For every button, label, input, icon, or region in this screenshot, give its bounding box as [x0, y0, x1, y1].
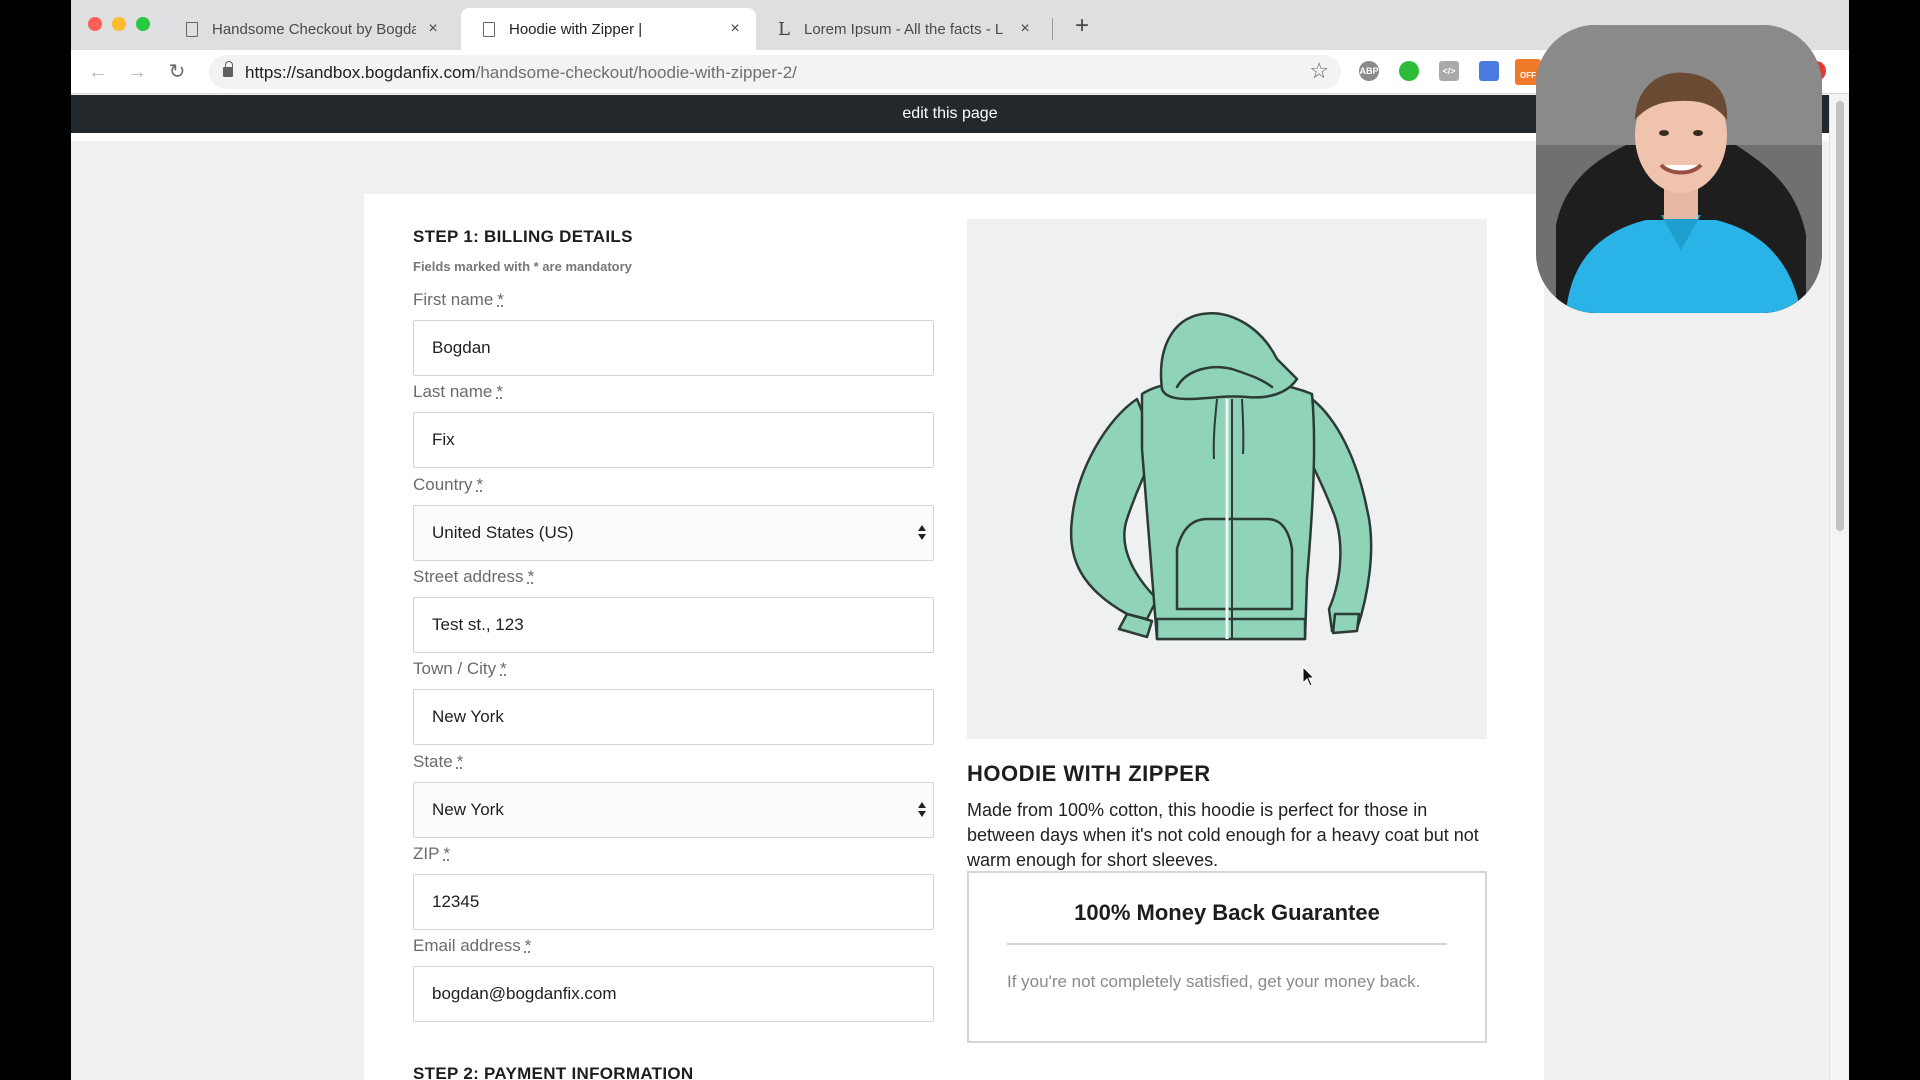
- url-text[interactable]: https://sandbox.bogdanfix.com/handsome-c…: [245, 63, 797, 83]
- document-icon: [483, 21, 495, 37]
- address-bar[interactable]: https://sandbox.bogdanfix.com/handsome-c…: [209, 55, 1341, 89]
- document-icon: [186, 21, 198, 37]
- back-arrow-icon[interactable]: ←: [84, 58, 112, 86]
- hoodie-illustration: [1069, 311, 1373, 641]
- street-address-input[interactable]: Test st., 123: [413, 597, 934, 653]
- maximize-window-button[interactable]: [136, 17, 150, 31]
- tab-lorem-ipsum[interactable]: L Lorem Ipsum - All the facts - L ×: [756, 8, 1046, 50]
- product-image: [967, 219, 1487, 739]
- scrollbar-thumb[interactable]: [1836, 101, 1844, 531]
- webcam-overlay: [1536, 25, 1822, 313]
- last-name-input[interactable]: Fix: [413, 412, 934, 468]
- payment-step-title: STEP 2: PAYMENT INFORMATION: [413, 1064, 694, 1080]
- checkout-card: STEP 1: BILLING DETAILS Fields marked wi…: [364, 194, 1544, 1080]
- product-description: Made from 100% cotton, this hoodie is pe…: [967, 800, 1479, 870]
- lorem-ipsum-favicon-icon: L: [778, 18, 790, 40]
- presenter-video: [1536, 25, 1822, 313]
- town-city-input[interactable]: New York: [413, 689, 934, 745]
- guarantee-text: If you're not completely satisfied, get …: [1007, 972, 1421, 991]
- reload-icon[interactable]: ↻: [163, 58, 191, 86]
- page-scrollbar[interactable]: [1829, 95, 1849, 1080]
- state-label: State *: [413, 752, 464, 771]
- tab-title: Hoodie with Zipper |: [509, 20, 643, 38]
- street-address-label: Street address *: [413, 567, 535, 586]
- product-title: HOODIE WITH ZIPPER: [967, 761, 1211, 786]
- forward-arrow-icon[interactable]: →: [123, 58, 151, 86]
- money-back-guarantee-box: 100% Money Back Guarantee If you're not …: [967, 871, 1487, 1043]
- country-label: Country *: [413, 475, 484, 494]
- country-value: United States (US): [432, 523, 574, 542]
- close-tab-icon[interactable]: ×: [1018, 20, 1032, 38]
- blue-extension-icon[interactable]: [1479, 61, 1499, 81]
- url-path: /handsome-checkout/hoodie-with-zipper-2/: [475, 63, 797, 82]
- green-extension-icon[interactable]: [1399, 61, 1419, 81]
- tab-hoodie-with-zipper[interactable]: Hoodie with Zipper | ×: [461, 8, 756, 50]
- tab-handsome-checkout[interactable]: Handsome Checkout by Bogda ×: [164, 8, 454, 50]
- select-arrows-icon: [917, 525, 927, 541]
- new-tab-button[interactable]: +: [1069, 12, 1095, 40]
- edit-page-link[interactable]: edit this page: [902, 105, 997, 122]
- country-select[interactable]: United States (US): [413, 505, 934, 561]
- code-extension-icon[interactable]: </>: [1439, 61, 1459, 81]
- adblock-plus-icon[interactable]: ABP: [1359, 61, 1379, 81]
- first-name-input[interactable]: Bogdan: [413, 320, 934, 376]
- mandatory-note: Fields marked with * are mandatory: [413, 259, 632, 274]
- email-input[interactable]: bogdan@bogdanfix.com: [413, 966, 934, 1022]
- minimize-window-button[interactable]: [112, 17, 126, 31]
- state-select[interactable]: New York: [413, 782, 934, 838]
- state-value: New York: [432, 800, 504, 819]
- close-tab-icon[interactable]: ×: [426, 20, 440, 38]
- lock-icon: [223, 61, 233, 77]
- tab-title: Handsome Checkout by Bogda: [212, 20, 416, 38]
- url-host: https://sandbox.bogdanfix.com: [245, 63, 476, 82]
- tab-separator: [1052, 18, 1053, 40]
- guarantee-title: 100% Money Back Guarantee: [1074, 900, 1380, 925]
- billing-step-title: STEP 1: BILLING DETAILS: [413, 227, 633, 246]
- first-name-label: First name *: [413, 290, 504, 309]
- zip-input[interactable]: 12345: [413, 874, 934, 930]
- mouse-cursor-icon: [1302, 666, 1316, 687]
- bookmark-star-icon[interactable]: ☆: [1309, 58, 1329, 84]
- tab-title: Lorem Ipsum - All the facts - L: [804, 20, 1004, 38]
- town-city-label: Town / City *: [413, 659, 507, 678]
- zip-label: ZIP *: [413, 844, 451, 863]
- select-arrows-icon: [917, 802, 927, 818]
- guarantee-divider: [1007, 943, 1447, 945]
- email-label: Email address *: [413, 936, 532, 955]
- screen: Handsome Checkout by Bogda × Hoodie with…: [0, 0, 1920, 1080]
- last-name-label: Last name *: [413, 382, 504, 401]
- close-tab-icon[interactable]: ×: [728, 20, 742, 38]
- close-window-button[interactable]: [88, 17, 102, 31]
